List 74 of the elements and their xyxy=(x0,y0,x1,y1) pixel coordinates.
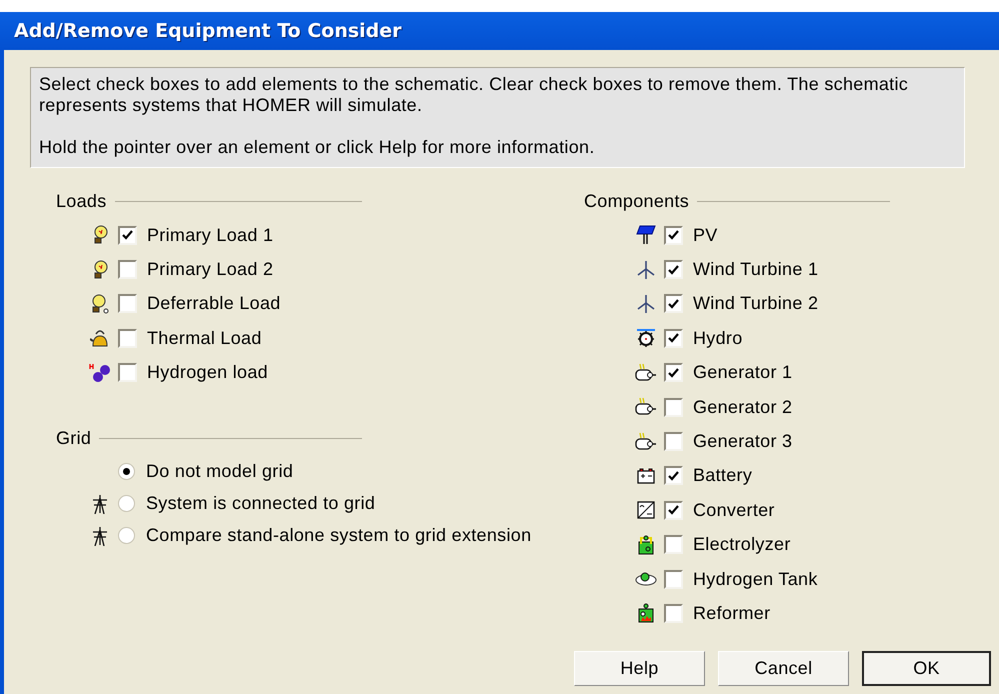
checkbox[interactable] xyxy=(664,328,683,348)
group-heading: Grid xyxy=(56,427,92,450)
checkbox-label[interactable]: Converter xyxy=(693,496,775,524)
solar-panel-icon xyxy=(636,225,656,246)
dialog-button[interactable]: OK xyxy=(862,651,991,686)
battery-icon xyxy=(637,468,655,484)
checkbox-label[interactable]: Reformer xyxy=(693,600,770,627)
checkbox-label[interactable]: Battery xyxy=(693,462,752,490)
molecule-icon xyxy=(89,362,111,383)
radio-button[interactable] xyxy=(118,495,135,512)
checkbox[interactable] xyxy=(664,226,683,245)
water-wheel-icon xyxy=(636,328,656,348)
checkbox[interactable] xyxy=(664,294,683,314)
checkbox-label[interactable]: Generator 2 xyxy=(693,394,792,421)
checkbox-label[interactable]: Primary Load 2 xyxy=(147,256,274,284)
checkbox[interactable] xyxy=(118,294,137,314)
checkbox-label[interactable]: Generator 1 xyxy=(693,359,792,386)
checkbox[interactable] xyxy=(664,466,683,486)
electrolyzer-icon xyxy=(637,534,655,555)
checkbox-label[interactable]: Primary Load 1 xyxy=(147,222,274,249)
checkbox[interactable] xyxy=(118,363,137,382)
checkbox-label[interactable]: Thermal Load xyxy=(147,324,262,352)
checkbox[interactable] xyxy=(118,260,137,280)
power-pylon-icon xyxy=(91,526,109,546)
checkbox[interactable] xyxy=(664,398,683,417)
checkbox-label[interactable]: Hydrogen Tank xyxy=(693,566,818,593)
hydrogen-tank-icon xyxy=(635,571,657,588)
radio-label[interactable]: Do not model grid xyxy=(146,458,294,486)
dialog-button[interactable]: Help xyxy=(574,651,705,686)
checkbox[interactable] xyxy=(664,260,683,280)
group-heading: Loads xyxy=(56,190,107,212)
checkmark-icon xyxy=(668,230,679,240)
window-title: Add/Remove Equipment To Consider xyxy=(14,18,402,44)
lightbulb-icon xyxy=(90,294,110,314)
info-text: Select check boxes to add elements to the schematic. Clear check boxes to remove them. The schematic represents systems that HOMER will simulate. xyxy=(39,74,910,116)
radio-button[interactable] xyxy=(118,463,135,480)
checkbox[interactable] xyxy=(664,570,683,589)
checkbox-label[interactable]: Hydro xyxy=(693,324,743,352)
wind-turbine-icon xyxy=(636,260,656,280)
checkbox[interactable] xyxy=(118,226,137,245)
checkbox-label[interactable]: PV xyxy=(693,222,718,249)
checkbox-label[interactable]: Hydrogen load xyxy=(147,359,268,386)
group-heading: Components xyxy=(584,190,690,213)
radio-button[interactable] xyxy=(118,527,135,544)
checkmark-icon xyxy=(668,264,679,275)
checkbox-label[interactable]: Generator 3 xyxy=(693,428,792,456)
generator-icon xyxy=(635,397,657,418)
checkbox[interactable] xyxy=(118,328,137,348)
kettle-icon xyxy=(90,329,110,348)
checkmark-icon xyxy=(668,368,679,378)
generator-icon xyxy=(635,362,657,383)
wind-turbine-icon xyxy=(636,294,656,314)
converter-icon xyxy=(637,501,655,520)
checkmark-icon xyxy=(668,333,679,344)
checkbox[interactable] xyxy=(664,432,683,452)
checkbox-label[interactable]: Wind Turbine 1 xyxy=(693,256,818,284)
checkbox[interactable] xyxy=(664,604,683,623)
checkmark-icon xyxy=(122,230,133,240)
checkbox-label[interactable]: Wind Turbine 2 xyxy=(693,290,818,318)
checkbox-label[interactable]: Deferrable Load xyxy=(147,290,281,318)
checkmark-icon xyxy=(668,470,679,481)
reformer-icon xyxy=(637,603,655,624)
generator-icon xyxy=(635,432,657,452)
checkbox[interactable] xyxy=(664,363,683,382)
checkbox[interactable] xyxy=(664,535,683,554)
checkbox[interactable] xyxy=(664,500,683,520)
checkmark-icon xyxy=(668,505,679,516)
dialog-button[interactable]: Cancel xyxy=(718,651,849,686)
info-text: Hold the pointer over an element or click Help for more information. xyxy=(39,137,596,158)
radio-label[interactable]: Compare stand-alone system to grid extension xyxy=(146,522,532,550)
checkbox-label[interactable]: Electrolyzer xyxy=(693,531,791,558)
checkmark-icon xyxy=(668,298,679,309)
radio-label[interactable]: System is connected to grid xyxy=(146,490,376,518)
power-pylon-icon xyxy=(91,494,109,514)
